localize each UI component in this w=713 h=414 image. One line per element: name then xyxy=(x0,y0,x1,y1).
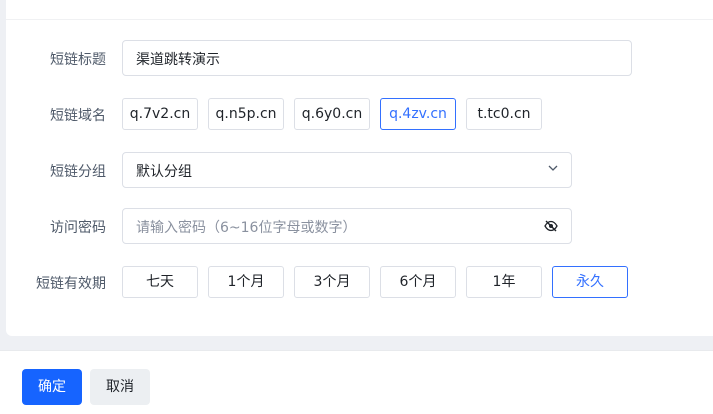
validity-option[interactable]: 3个月 xyxy=(294,266,370,298)
validity-option[interactable]: 1年 xyxy=(466,266,542,298)
password-label: 访问密码 xyxy=(50,220,106,236)
domain-option[interactable]: t.tc0.cn xyxy=(466,98,542,130)
cancel-button[interactable]: 取消 xyxy=(90,369,150,405)
group-select[interactable]: 默认分组 xyxy=(122,152,572,188)
title-label: 短链标题 xyxy=(50,52,106,68)
domain-option-selected[interactable]: q.4zv.cn xyxy=(380,98,456,130)
divider xyxy=(6,19,713,20)
domain-option[interactable]: q.7v2.cn xyxy=(122,98,198,130)
password-placeholder: 请输入密码（6~16位字母或数字） xyxy=(136,220,357,236)
validity-option-selected[interactable]: 永久 xyxy=(552,266,628,298)
validity-option[interactable]: 6个月 xyxy=(380,266,456,298)
title-input[interactable]: 渠道跳转演示 xyxy=(122,40,632,76)
domain-option[interactable]: q.6y0.cn xyxy=(294,98,370,130)
chevron-down-icon xyxy=(548,165,558,171)
domain-label: 短链域名 xyxy=(50,108,106,124)
group-label: 短链分组 xyxy=(50,164,106,180)
confirm-button[interactable]: 确定 xyxy=(22,369,82,405)
footer-bar: 确定 取消 xyxy=(0,350,713,414)
group-select-value: 默认分组 xyxy=(136,164,192,180)
domain-option[interactable]: q.n5p.cn xyxy=(208,98,284,130)
eye-off-icon[interactable] xyxy=(544,220,558,232)
validity-label: 短链有效期 xyxy=(36,276,106,292)
validity-option[interactable]: 1个月 xyxy=(208,266,284,298)
title-input-value: 渠道跳转演示 xyxy=(136,52,220,68)
password-input[interactable]: 请输入密码（6~16位字母或数字） xyxy=(122,208,572,244)
validity-option[interactable]: 七天 xyxy=(122,266,198,298)
